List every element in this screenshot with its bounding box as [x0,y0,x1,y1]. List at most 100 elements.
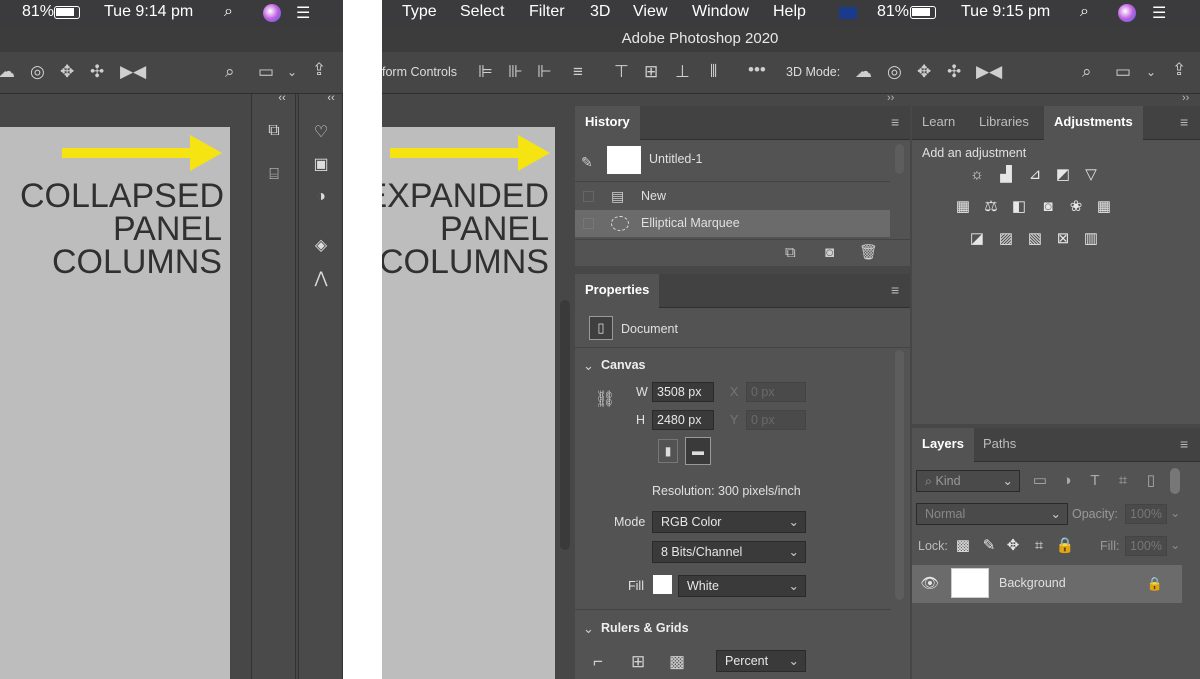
adjustment-filter-icon[interactable]: ◑ [1056,472,1078,490]
clock[interactable]: Tue 9:14 pm [104,3,193,21]
workspace-icon[interactable]: ▭ [258,62,274,82]
landscape-orientation-icon[interactable]: ▬ [685,437,711,465]
opacity-field[interactable]: 100% [1125,504,1167,524]
pixel-grid-icon[interactable]: ▩ [669,652,685,672]
portrait-orientation-icon[interactable]: ▮ [658,439,678,463]
drag-3d-icon[interactable]: ✥ [917,62,931,82]
notification-center-icon[interactable]: ☰ [1152,3,1166,23]
panel-menu-icon[interactable]: ≡ [891,282,899,298]
chevron-down-icon[interactable]: ⌄ [1146,62,1156,82]
photo-filter-icon[interactable]: ◙ [1037,198,1059,216]
orbit-3d-icon[interactable]: ☁ [855,62,872,82]
learn-panel-icon[interactable]: ♡ [309,122,333,142]
notification-center-icon[interactable]: ☰ [296,3,310,23]
layer-name[interactable]: Background [999,576,1066,590]
fill-chevron-icon[interactable]: ⌄ [1170,537,1180,552]
new-document-from-state-icon[interactable]: ⧉ [785,243,796,263]
state-checkbox[interactable] [583,218,594,229]
vibrance-icon[interactable]: ▽ [1080,166,1102,184]
menu-view[interactable]: View [633,3,667,21]
black-white-icon[interactable]: ◧ [1008,198,1030,216]
brightness-contrast-icon[interactable]: ☼ [966,166,988,184]
ruler-icon[interactable]: ⌐ [593,652,603,672]
link-icon[interactable]: ⛓ [595,390,615,410]
canvas-chevron-icon[interactable]: ⌄ [583,356,594,376]
collapse-toggle-icon[interactable]: ‹‹ [274,92,290,104]
tab-libraries[interactable]: Libraries [969,106,1039,140]
curves-icon[interactable]: ⊿ [1024,166,1046,184]
lock-transparent-icon[interactable]: ▩ [952,537,974,555]
gradient-map-icon[interactable]: ▥ [1080,230,1102,248]
menu-3d[interactable]: 3D [590,3,610,21]
filter-toggle[interactable] [1170,468,1180,494]
menu-window[interactable]: Window [692,3,749,21]
hue-saturation-icon[interactable]: ▦ [952,198,974,216]
adjustments-panel-icon[interactable]: ◑ [309,188,333,206]
workspace-icon[interactable]: ▭ [1115,62,1131,82]
align-right-icon[interactable]: ⊩ [537,62,552,82]
type-filter-icon[interactable]: T [1084,472,1106,490]
align-bottom-icon[interactable]: ⊥ [675,62,690,82]
pixel-filter-icon[interactable]: ▭ [1029,472,1051,490]
collapse-toggle-icon[interactable]: ‹‹ [323,92,339,104]
y-field[interactable]: 0 px [746,410,806,430]
spotlight-icon[interactable]: ⌕ [224,3,233,21]
fill-select[interactable]: White ⌄ [678,575,806,597]
kind-filter-select[interactable]: ⌕ Kind ⌄ [916,470,1020,492]
selective-color-icon[interactable]: ⊠ [1052,230,1074,248]
camera-icon[interactable]: ◙ [825,243,834,263]
tab-properties[interactable]: Properties [575,274,660,308]
tab-adjustments[interactable]: Adjustments [1044,106,1143,140]
history-brush-icon[interactable]: ✎ [581,152,593,172]
trash-icon[interactable]: 🗑 [859,243,878,263]
bit-depth-select[interactable]: 8 Bits/Channel ⌄ [652,541,806,563]
scale-3d-icon[interactable]: ▶◀ [976,62,1002,82]
siri-icon[interactable] [263,4,281,22]
rulers-chevron-icon[interactable]: ⌄ [583,619,594,639]
history-panel-icon[interactable]: ⧉ [262,122,286,140]
lock-artboard-icon[interactable]: ⌗ [1028,537,1050,555]
history-state-selected[interactable]: Elliptical Marquee [575,210,890,237]
transform-controls-label[interactable]: form Controls [382,65,457,79]
tab-layers[interactable]: Layers [912,428,974,462]
shape-filter-icon[interactable]: ⌗ [1112,472,1134,490]
color-lookup-icon[interactable]: ▦ [1093,198,1115,216]
chevron-down-icon[interactable]: ⌄ [287,62,297,82]
panel-menu-icon[interactable]: ≡ [1180,436,1188,452]
color-balance-icon[interactable]: ⚖ [980,198,1002,216]
levels-icon[interactable]: ▟ [995,166,1017,184]
layer-row[interactable]: 👁 Background 🔒 [912,565,1182,603]
align-left-icon[interactable]: ⊫ [478,62,493,82]
distribute-vertical-icon[interactable]: ⫴ [710,62,717,82]
menu-help[interactable]: Help [773,3,806,21]
search-icon[interactable]: ⌕ [225,62,235,82]
flag-icon[interactable] [839,7,857,19]
panel-menu-icon[interactable]: ≡ [1180,114,1188,130]
lock-all-icon[interactable]: 🔒 [1054,537,1076,555]
roll-3d-icon[interactable]: ◎ [887,62,902,82]
menu-filter[interactable]: Filter [529,3,565,21]
blend-mode-select[interactable]: Normal ⌄ [916,503,1068,525]
lock-image-icon[interactable]: ✎ [978,537,1000,555]
channel-mixer-icon[interactable]: ❀ [1065,198,1087,216]
opacity-chevron-icon[interactable]: ⌄ [1170,505,1180,520]
slide-3d-icon[interactable]: ✣ [947,62,961,82]
spotlight-icon[interactable]: ⌕ [1080,3,1089,21]
invert-icon[interactable]: ◪ [966,230,988,248]
posterize-icon[interactable]: ▨ [995,230,1017,248]
more-options-icon[interactable]: ••• [748,60,766,80]
roll-3d-icon[interactable]: ◎ [30,62,45,82]
width-field[interactable]: 3508 px [652,382,714,402]
tab-learn[interactable]: Learn [912,106,965,140]
align-center-icon[interactable]: ⊪ [508,62,523,82]
menu-type[interactable]: Type [402,3,437,21]
slide-3d-icon[interactable]: ✣ [90,62,104,82]
history-state[interactable]: ▤ New [575,183,890,210]
history-scrollbar[interactable] [895,144,904,174]
align-top-icon[interactable]: ⊤ [614,62,629,82]
paths-panel-icon[interactable]: ⋀ [309,268,333,288]
clock[interactable]: Tue 9:15 pm [961,3,1050,21]
mode-select[interactable]: RGB Color ⌄ [652,511,806,533]
distribute-icon[interactable]: ≡ [573,62,583,82]
drag-3d-icon[interactable]: ✥ [60,62,74,82]
